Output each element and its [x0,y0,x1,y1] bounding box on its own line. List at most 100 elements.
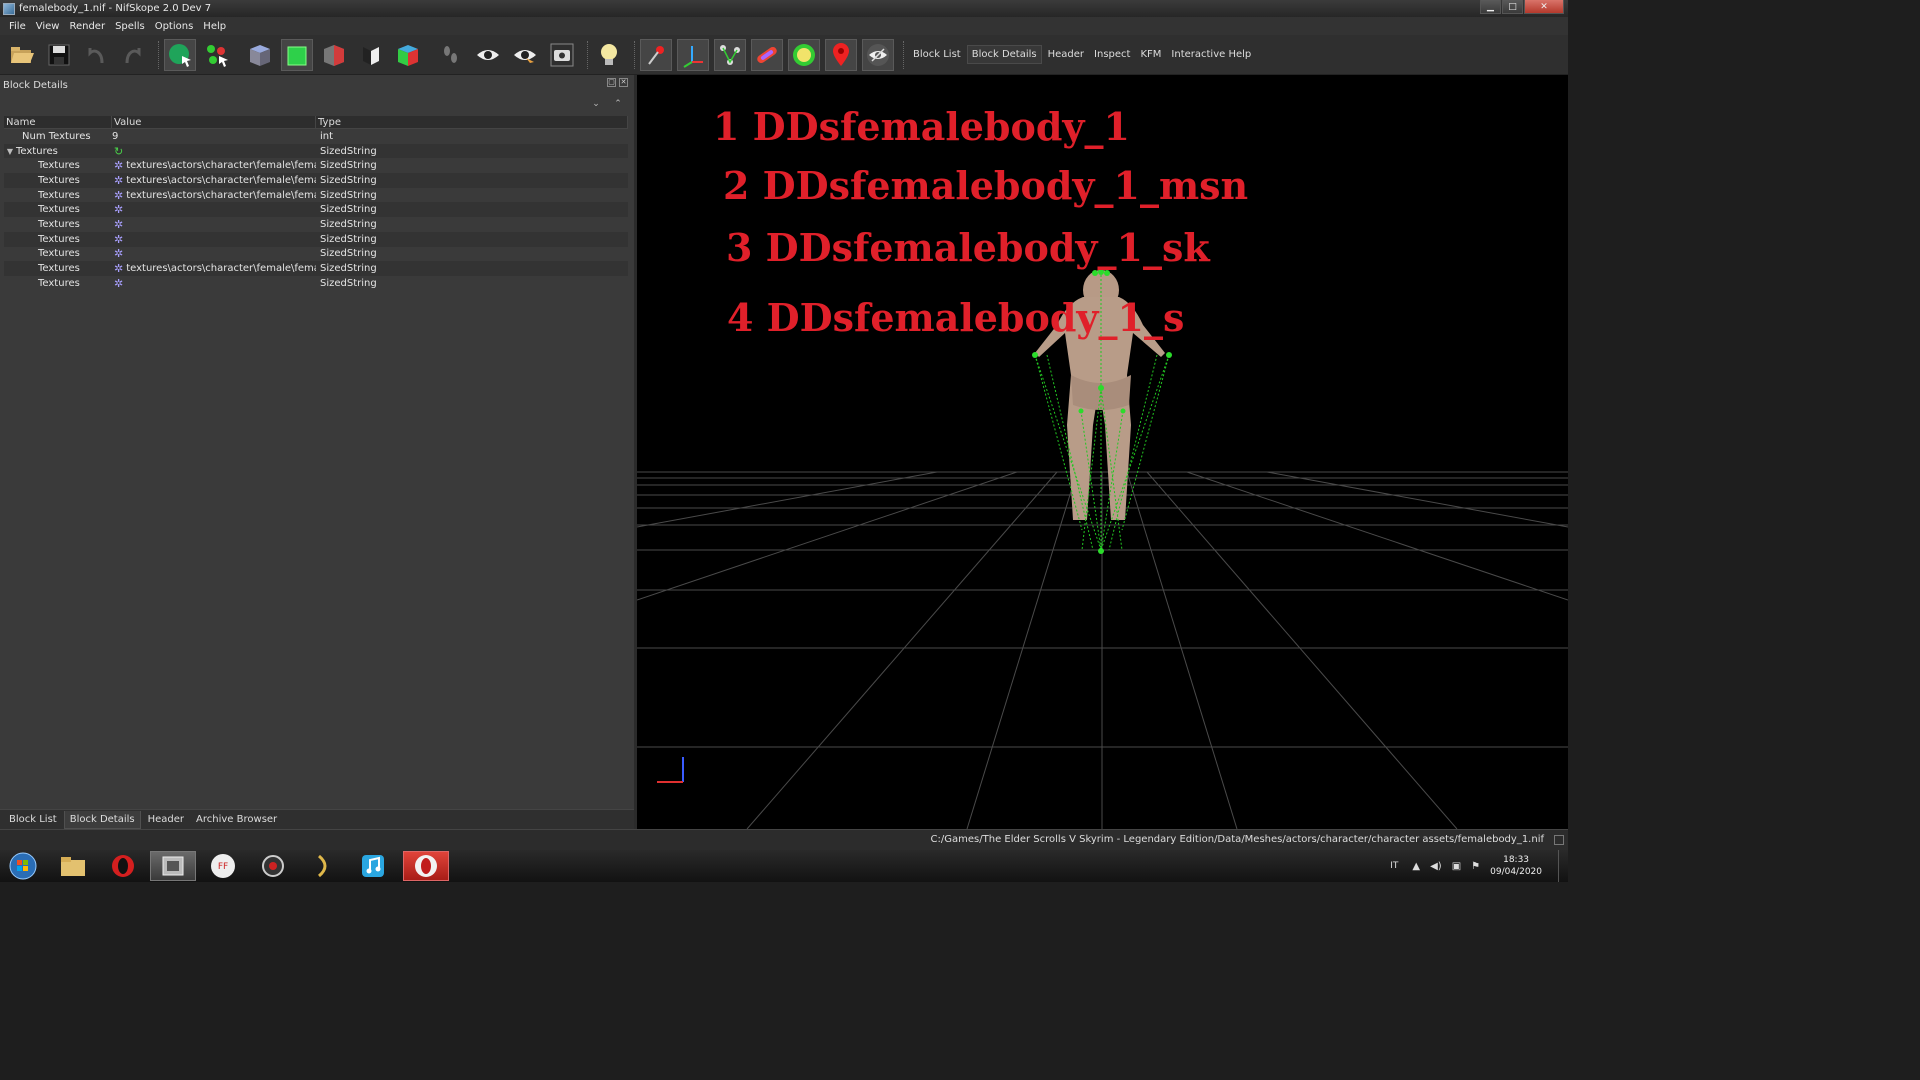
save-button[interactable] [43,39,75,71]
cube-side-icon [324,44,344,66]
toolbar-header[interactable]: Header [1044,46,1088,63]
row-value: textures\actors\character\female\female.… [126,160,316,172]
tab-block-details[interactable]: Block Details [63,810,141,829]
tree-row[interactable]: Textures ✲ SizedString [4,276,628,291]
walk-mode-button[interactable] [435,39,467,71]
location-marker-icon [833,42,849,66]
refresh-icon[interactable]: ↻ [114,146,125,157]
close-button[interactable]: ✕ [1524,0,1564,14]
toolbar-block-list[interactable]: Block List [909,46,965,63]
gear-icon: ✲ [114,174,124,186]
tree-row[interactable]: Num Textures 9 int [4,129,628,144]
menu-spells[interactable]: Spells [110,21,150,32]
tree-row[interactable]: Textures ✲ textures\actors\character\fema… [4,261,628,276]
tree-row[interactable]: Textures ✲ SizedString [4,247,628,262]
show-axes-button[interactable] [640,38,672,71]
network-icon[interactable]: ▣ [1452,861,1461,872]
select-vertex-button[interactable] [201,39,233,71]
load-button[interactable] [6,39,38,71]
gear-icon: ✲ [114,160,124,172]
gear-icon: ✲ [114,204,124,216]
menu-options[interactable]: Options [150,21,199,32]
tab-header[interactable]: Header [143,811,189,828]
show-hidden-objects-button[interactable] [862,38,894,71]
column-value[interactable]: Value [112,116,316,128]
expand-arrow-icon[interactable]: ▼ [4,147,16,156]
menu-render[interactable]: Render [64,21,110,32]
show-hidden-button[interactable] [509,39,541,71]
undo-button[interactable] [80,39,112,71]
taskbar-explorer[interactable] [50,851,96,881]
clock[interactable]: 18:33 09/04/2020 [1490,854,1542,878]
red-pin-icon [648,45,664,65]
menu-file[interactable]: File [4,21,31,32]
column-type[interactable]: Type [316,116,628,128]
show-desktop-button[interactable] [1558,850,1568,882]
action-center-flag-icon[interactable]: ⚑ [1471,861,1480,872]
view-side-button[interactable] [318,39,350,71]
toolbar-block-details[interactable]: Block Details [966,45,1042,64]
taskbar-misc-app[interactable] [300,851,346,881]
maximize-button[interactable]: □ [1502,0,1523,14]
tree-row[interactable]: Textures ✲ textures\actors\character\fema… [4,158,628,173]
screenshot-button[interactable] [546,39,578,71]
column-name[interactable]: Name [4,116,112,128]
undo-icon [88,47,104,63]
resize-grip-icon[interactable] [1554,835,1564,845]
select-object-button[interactable] [164,38,196,71]
view-walk-button[interactable] [355,39,387,71]
app-window: femalebody_1.nif - NifSkope 2.0 Dev 7 ▁ … [0,0,1568,882]
tab-block-list[interactable]: Block List [4,811,62,828]
toggle-visibility-button[interactable] [472,39,504,71]
block-details-tree[interactable]: Name Value Type Num Textures 9 int ▼ Text… [4,116,628,291]
chevron-down-icon[interactable]: ⌄ [590,99,602,109]
tree-row[interactable]: Textures ✲ SizedString [4,217,628,232]
toolbar-interactive-help[interactable]: Interactive Help [1167,46,1255,63]
tree-row[interactable]: ▼ Textures ↻ SizedString [4,143,628,159]
redo-button[interactable] [117,39,149,71]
toolbar-inspect[interactable]: Inspect [1090,46,1134,63]
taskbar-opera[interactable] [100,851,146,881]
view-user-button[interactable] [392,39,424,71]
chevron-up-icon[interactable]: ⌃ [612,99,624,109]
floppy-disk-icon [48,44,70,65]
tree-row[interactable]: Textures ✲ textures\actors\character\fema… [4,188,628,203]
menu-view[interactable]: View [31,21,65,32]
taskbar-nifskope[interactable] [150,851,196,881]
float-panel-icon[interactable]: ▢ [607,78,616,87]
show-nodes-button[interactable] [677,38,709,71]
taskbar-gear-app[interactable] [250,851,296,881]
start-button[interactable] [0,851,46,881]
tray-expand-icon[interactable]: ▲ [1412,861,1420,872]
row-type: SizedString [320,174,377,186]
toolbar: Block List Block Details Header Inspect … [0,35,1568,75]
close-panel-icon[interactable]: ✕ [619,78,628,87]
tree-row[interactable]: Textures ✲ SizedString [4,202,628,218]
show-collision-button[interactable] [751,38,783,71]
toolbar-kfm[interactable]: KFM [1136,46,1165,63]
redo-icon [125,47,141,63]
row-name: Textures [38,189,80,201]
view-front-button[interactable] [281,38,313,71]
show-constraints-button[interactable] [788,38,820,71]
menu-help[interactable]: Help [198,21,231,32]
taskbar-opera-active[interactable] [403,851,449,881]
volume-icon[interactable]: ◀) [1430,861,1442,872]
minimize-button[interactable]: ▁ [1480,0,1501,14]
overlay-text-line-3: 3 DDsfemalebody_1_sk [726,225,1210,270]
lighting-button[interactable] [593,39,625,71]
tree-row[interactable]: Textures ✲ textures\actors\character\fema… [4,173,628,188]
language-indicator[interactable]: IT [1390,861,1398,871]
show-skeleton-button[interactable] [714,38,746,71]
crescent-icon [317,854,327,878]
taskbar-ffdec[interactable]: FF [200,851,246,881]
row-type: SizedString [320,160,377,172]
tree-row[interactable]: Textures ✲ SizedString [4,231,628,247]
3d-viewport[interactable]: 1 DDsfemalebody_1 2 DDsfemalebody_1_msn … [637,75,1568,829]
view-top-button[interactable] [244,39,276,71]
show-markers-button[interactable] [825,38,857,71]
tab-archive-browser[interactable]: Archive Browser [191,811,282,828]
gear-icon: ✲ [114,277,124,289]
ffdec-icon: FF [211,854,235,878]
taskbar-music[interactable] [350,851,396,881]
